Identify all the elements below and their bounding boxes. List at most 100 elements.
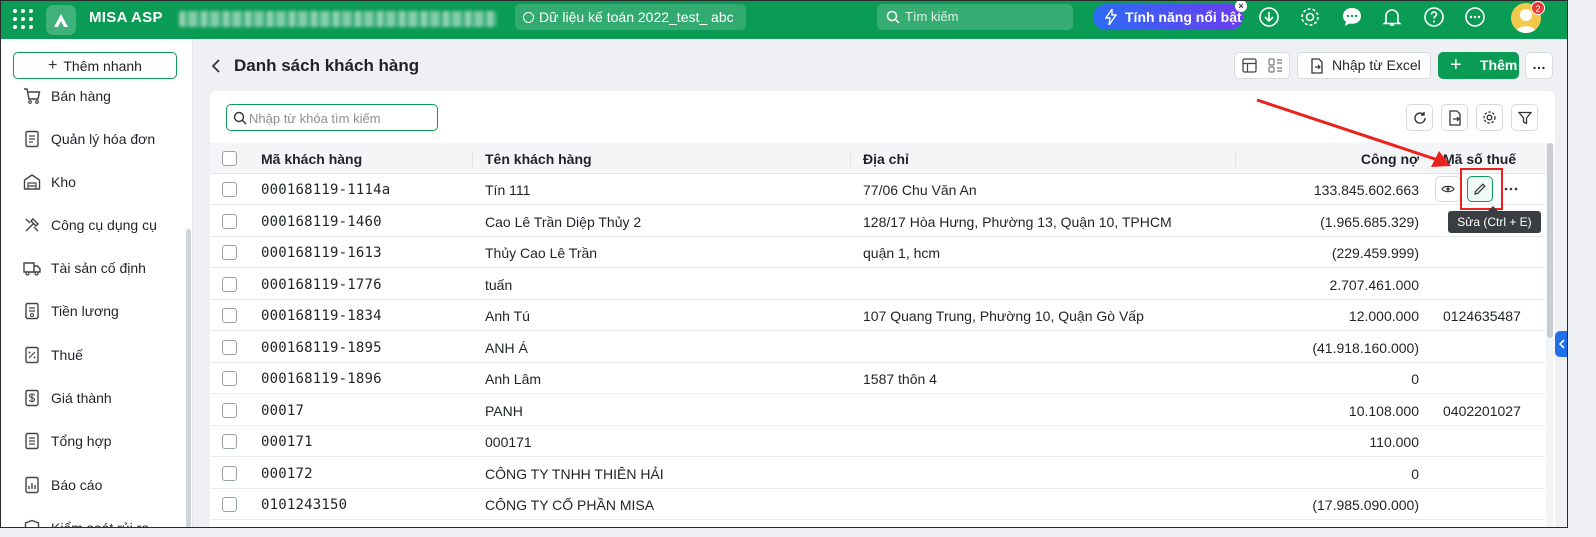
cell-customer-name: PANH	[485, 402, 523, 419]
row-checkbox[interactable]	[222, 497, 237, 512]
table-row[interactable]: 000168119-1613 Thủy Cao Lê Trần quận 1, hc…	[210, 237, 1545, 268]
sidebar-item-tong-hop[interactable]: Tổng hợp	[23, 430, 112, 452]
report-icon	[25, 476, 39, 494]
table-row[interactable]: 000168119-1114a Tín 111 77/06 Chu Văn An 13…	[210, 174, 1545, 205]
cell-tax-code: 0402201027	[1443, 402, 1521, 419]
sidebar-item-tai-san-co-dinh[interactable]: Tài sản cố định	[23, 257, 146, 279]
app-launcher-icon[interactable]	[13, 9, 33, 29]
filter-icon	[1517, 111, 1532, 125]
row-checkbox[interactable]	[222, 276, 237, 292]
sidebar-item-tien-luong[interactable]: Tiền lương	[23, 300, 119, 322]
more-apps-icon[interactable]	[1464, 6, 1486, 28]
row-checkbox[interactable]	[222, 308, 237, 323]
search-input[interactable]	[249, 109, 429, 127]
column-header-code[interactable]: Mã khách hàng	[261, 151, 362, 167]
global-search[interactable]: Tìm kiếm	[877, 4, 1073, 30]
row-checkbox[interactable]	[222, 465, 237, 481]
chevron-left-icon	[1558, 339, 1565, 349]
more-options-button[interactable]: …	[1525, 52, 1553, 79]
invoice-icon	[25, 130, 39, 148]
sidebar-item-gia-thanh[interactable]: Giá thành	[23, 387, 112, 409]
cost-icon	[25, 389, 39, 407]
sidebar-item-ban-hang[interactable]: Bán hàng	[23, 85, 111, 107]
gear-icon[interactable]	[1299, 6, 1321, 28]
filter-button[interactable]	[1511, 104, 1538, 131]
cell-debt: 2.707.461.000	[1329, 276, 1419, 293]
select-all-checkbox[interactable]	[222, 151, 237, 166]
column-divider[interactable]	[850, 151, 851, 167]
cell-debt: (229.459.999)	[1331, 245, 1419, 261]
column-divider[interactable]	[472, 151, 473, 167]
row-checkbox[interactable]	[222, 213, 237, 229]
table-view-icon[interactable]	[1242, 58, 1257, 73]
featured-button[interactable]: Tính năng nổi bật ×	[1093, 1, 1247, 30]
table-row[interactable]: 000172 CÔNG TY TNHH THIÊN HẢI 0	[210, 458, 1545, 489]
table-row[interactable]: 000168119-1834 Anh Tú 107 Quang Trung, Phư…	[210, 300, 1545, 331]
column-divider[interactable]	[1235, 151, 1236, 167]
view-toggle[interactable]	[1234, 52, 1290, 79]
import-excel-label: Nhập từ Excel	[1332, 57, 1421, 73]
view-row-button[interactable]	[1435, 176, 1461, 202]
cell-tax-code: 0124635487	[1443, 308, 1521, 324]
table-row[interactable]: 00017 PANH 10.108.000 0402201027	[210, 395, 1545, 426]
chat-icon[interactable]	[1341, 6, 1363, 28]
sidebar-item-thue[interactable]: Thuế	[23, 344, 83, 366]
split-view-icon[interactable]	[1268, 58, 1283, 73]
ellipsis-icon	[1504, 187, 1518, 191]
quick-add-button[interactable]: + Thêm nhanh	[13, 52, 177, 79]
plus-icon: +	[1450, 54, 1462, 76]
sidebar-item-label: Bán hàng	[51, 88, 111, 104]
sidebar-scrollbar[interactable]	[186, 229, 191, 527]
column-header-address[interactable]: Địa chỉ	[863, 151, 909, 167]
bell-icon[interactable]	[1381, 6, 1403, 28]
sidebar-item-kiem-soat-rui-ro[interactable]: Kiểm soát rủi ro	[23, 517, 150, 528]
search-input-wrapper[interactable]	[226, 104, 438, 131]
table-row[interactable]: 000168119-1776 tuấn 2.707.461.000	[210, 269, 1545, 300]
sidebar-item-bao-cao[interactable]: Báo cáo	[23, 474, 102, 496]
cell-debt: (17.985.090.000)	[1312, 497, 1419, 513]
sidebar-item-quan-ly-hoa-don[interactable]: Quản lý hóa đơn	[23, 128, 155, 150]
sidebar-item-label: Kiểm soát rủi ro	[51, 520, 150, 528]
eye-icon	[1441, 185, 1455, 193]
row-checkbox[interactable]	[222, 371, 237, 386]
row-checkbox[interactable]	[222, 402, 237, 418]
help-icon[interactable]	[1423, 6, 1445, 28]
edit-button-highlight	[1460, 168, 1503, 210]
scrollbar-thumb[interactable]	[1547, 143, 1553, 338]
row-checkbox[interactable]	[222, 182, 237, 197]
sidebar-item-kho[interactable]: Kho	[23, 171, 76, 193]
sidebar: + Thêm nhanh Bán hàng Quản lý hóa đơn Kh…	[1, 39, 193, 528]
table-row[interactable]: 000168119-1895 ANH Á (41.918.160.000)	[210, 332, 1545, 363]
table-scrollbar[interactable]	[1546, 143, 1554, 527]
table-row[interactable]: 0101243150 CÔNG TY CỔ PHẦN MISA (17.985.09…	[210, 489, 1545, 520]
cell-customer-name: Cao Lê Trần Diệp Thủy 2	[485, 213, 642, 230]
side-panel-toggle[interactable]	[1555, 331, 1567, 357]
app-window: MISA ASP Dữ liệu kế toán 2022_test_ abc …	[0, 0, 1568, 528]
row-checkbox[interactable]	[222, 434, 237, 449]
sidebar-item-label: Kho	[51, 174, 76, 190]
table-row[interactable]: 000171 000171 110.000	[210, 426, 1545, 457]
database-selector[interactable]: Dữ liệu kế toán 2022_test_ abc	[515, 4, 746, 30]
close-icon[interactable]: ×	[1235, 1, 1247, 12]
table-row[interactable]: 000168119-1460 Cao Lê Trần Diệp Thủy 2 128…	[210, 206, 1545, 237]
search-icon	[886, 10, 900, 24]
column-header-name[interactable]: Tên khách hàng	[485, 151, 592, 167]
edit-tooltip: Sửa (Ctrl + E)	[1448, 206, 1541, 233]
table-row[interactable]: 000168119-1896 Anh Lâm 1587 thôn 4 0	[210, 363, 1545, 394]
cell-debt: 110.000	[1369, 434, 1419, 450]
page-title: Danh sách khách hàng	[234, 56, 420, 75]
file-import-icon	[1311, 58, 1323, 74]
add-button[interactable]: + Thêm	[1438, 52, 1519, 79]
annotation-arrow-icon	[1256, 98, 1451, 167]
cell-debt: (1.965.685.329)	[1320, 213, 1419, 230]
cell-customer-code: 000168119-1460	[261, 213, 382, 230]
cell-address: 128/17 Hòa Hưng, Phường 13, Quận 10, TPH…	[863, 213, 1172, 230]
cell-debt: 0	[1411, 465, 1419, 482]
row-checkbox[interactable]	[222, 245, 237, 260]
download-icon[interactable]	[1258, 6, 1280, 28]
table-settings-button[interactable]	[1476, 104, 1503, 131]
row-checkbox[interactable]	[222, 339, 237, 355]
sidebar-item-cong-cu-dung-cu[interactable]: Công cụ dụng cụ	[23, 214, 157, 236]
back-chevron-icon[interactable]	[210, 58, 222, 74]
import-excel-button[interactable]: Nhập từ Excel	[1297, 52, 1431, 79]
